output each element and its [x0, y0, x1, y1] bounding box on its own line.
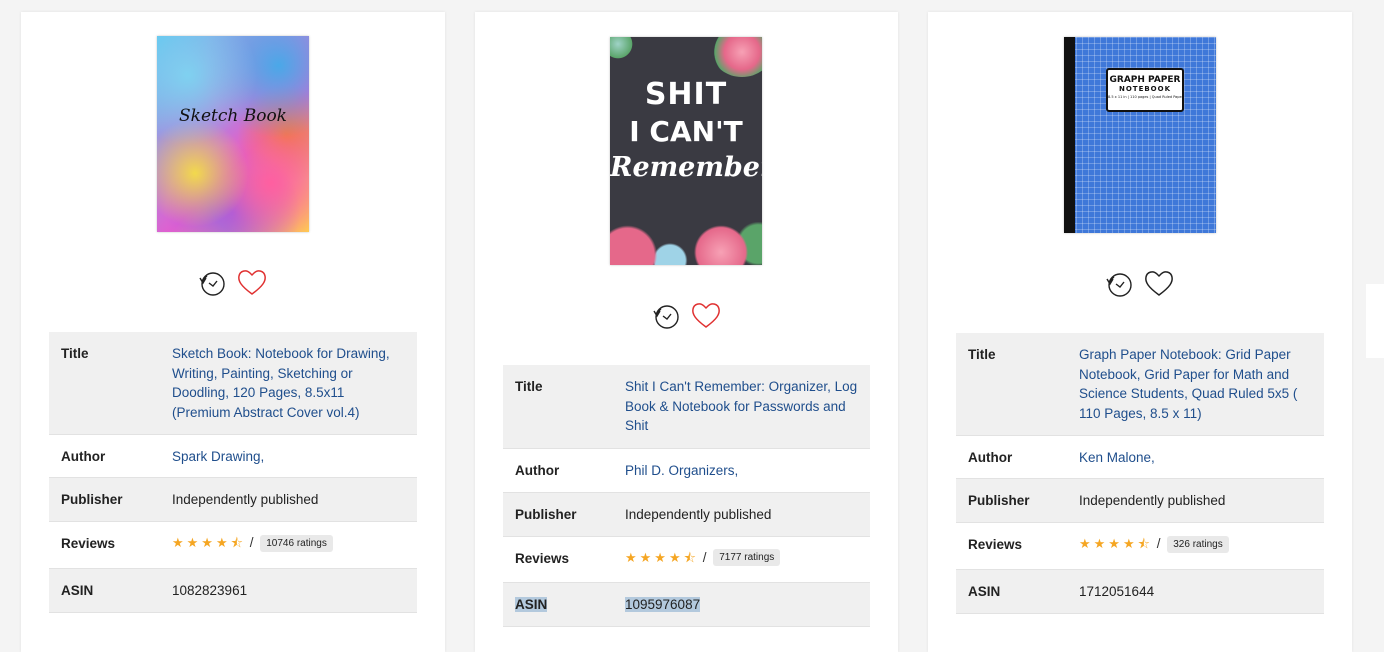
book-card: SHIT I CAN'T Remember Title Shit I Can't…: [475, 12, 898, 652]
book-cover-image[interactable]: GRAPH PAPER NOTEBOOK 8.5 x 11 in | 110 p…: [1064, 37, 1216, 233]
publisher-label: Publisher: [61, 492, 123, 507]
detail-row-title: Title Graph Paper Notebook: Grid Paper N…: [956, 333, 1324, 436]
detail-row-publisher: Publisher Independently published: [956, 478, 1324, 523]
read-later-clock-icon[interactable]: [1102, 266, 1136, 300]
detail-row-author: Author Spark Drawing,: [49, 434, 417, 478]
cover-label-line-1: GRAPH PAPER: [1109, 75, 1181, 85]
author-link[interactable]: Phil D. Organizers,: [625, 461, 858, 481]
publisher-label: Publisher: [515, 506, 577, 522]
book-details-table: Title Shit I Can't Remember: Organizer, …: [503, 365, 870, 627]
title-label: Title: [515, 379, 543, 394]
book-cover-image[interactable]: SHIT I CAN'T Remember: [610, 37, 762, 265]
book-card: Sketch Book Title Sketch Book: Notebook …: [21, 12, 445, 652]
title-label: Title: [968, 347, 996, 362]
book-actions: [1102, 266, 1182, 300]
detail-row-asin: ASIN 1082823961: [49, 568, 417, 613]
detail-row-title: Title Sketch Book: Notebook for Drawing,…: [49, 332, 417, 435]
rating-separator: /: [1156, 536, 1161, 551]
author-link[interactable]: Spark Drawing,: [172, 447, 405, 467]
cover-floral-bottom: [610, 222, 762, 265]
author-label: Author: [61, 449, 106, 464]
book-actions: [195, 265, 275, 299]
cover-title-line-1: SHIT: [644, 77, 728, 112]
publisher-label: Publisher: [968, 493, 1030, 508]
rating-separator: /: [249, 535, 254, 550]
reviews-label: Reviews: [515, 550, 570, 566]
ratings-count-badge: 10746 ratings: [260, 534, 333, 552]
publisher-value: Independently published: [172, 492, 319, 507]
cover-spine: [1064, 37, 1075, 233]
favorite-heart-icon[interactable]: [689, 298, 723, 332]
book-title-link[interactable]: Shit I Can't Remember: Organizer, Log Bo…: [625, 377, 858, 436]
detail-row-reviews: Reviews ★★★★⯪ / 326 ratings: [956, 522, 1324, 570]
detail-row-author: Author Ken Malone,: [956, 435, 1324, 479]
detail-row-author: Author Phil D. Organizers,: [503, 448, 870, 492]
asin-label: ASIN: [61, 583, 94, 598]
book-card: GRAPH PAPER NOTEBOOK 8.5 x 11 in | 110 p…: [928, 12, 1352, 652]
publisher-value: Independently published: [1079, 493, 1226, 508]
cover-floral-top: [712, 37, 762, 77]
author-label: Author: [515, 462, 560, 478]
book-details-table: Title Sketch Book: Notebook for Drawing,…: [49, 332, 417, 613]
asin-value: 1082823961: [172, 583, 248, 598]
detail-row-reviews: Reviews ★★★★⯪ / 10746 ratings: [49, 521, 417, 569]
cover-title-line-3: Remember: [610, 152, 762, 183]
reviews-label: Reviews: [61, 536, 116, 551]
star-rating: ★★★★⯪: [625, 549, 699, 565]
book-details-table: Title Graph Paper Notebook: Grid Paper N…: [956, 333, 1324, 614]
book-actions: [649, 298, 729, 332]
detail-row-publisher: Publisher Independently published: [49, 477, 417, 522]
detail-row-publisher: Publisher Independently published: [503, 492, 870, 536]
favorite-heart-icon[interactable]: [235, 265, 269, 299]
star-rating: ★★★★⯪: [1079, 536, 1153, 551]
author-link[interactable]: Ken Malone,: [1079, 448, 1312, 468]
cover-label-line-2: NOTEBOOK: [1118, 85, 1172, 93]
asin-label: ASIN: [515, 596, 548, 612]
cover-label-box: GRAPH PAPER NOTEBOOK 8.5 x 11 in | 110 p…: [1106, 68, 1184, 112]
cover-title-line-2: I CAN'T: [629, 115, 743, 148]
star-rating: ★★★★⯪: [172, 535, 246, 550]
asin-value: 1095976087: [625, 596, 701, 612]
asin-label: ASIN: [968, 584, 1001, 599]
title-label: Title: [61, 346, 89, 361]
detail-row-title: Title Shit I Can't Remember: Organizer, …: [503, 365, 870, 448]
rating-separator: /: [702, 549, 707, 565]
read-later-clock-icon[interactable]: [195, 265, 229, 299]
detail-row-reviews: Reviews ★★★★⯪ / 7177 ratings: [503, 536, 870, 582]
author-label: Author: [968, 450, 1013, 465]
cover-label-line-3: 8.5 x 11 in | 110 pages | Quad Ruled Pap…: [1108, 95, 1182, 99]
book-title-link[interactable]: Graph Paper Notebook: Grid Paper Noteboo…: [1079, 345, 1312, 423]
partial-next-card: [1366, 284, 1384, 358]
detail-row-asin: ASIN 1712051644: [956, 569, 1324, 614]
favorite-heart-icon[interactable]: [1142, 266, 1176, 300]
reviews-label: Reviews: [968, 537, 1023, 552]
cover-title: Sketch Book: [179, 106, 287, 126]
ratings-count-badge: 7177 ratings: [713, 549, 781, 567]
read-later-clock-icon[interactable]: [649, 298, 683, 332]
book-cover-image[interactable]: Sketch Book: [157, 36, 309, 232]
book-title-link[interactable]: Sketch Book: Notebook for Drawing, Writi…: [172, 344, 405, 422]
detail-row-asin: ASIN 1095976087: [503, 582, 870, 626]
cover-floral-left: [610, 37, 636, 59]
asin-value: 1712051644: [1079, 584, 1155, 599]
ratings-count-badge: 326 ratings: [1167, 535, 1229, 553]
publisher-value: Independently published: [625, 506, 772, 522]
